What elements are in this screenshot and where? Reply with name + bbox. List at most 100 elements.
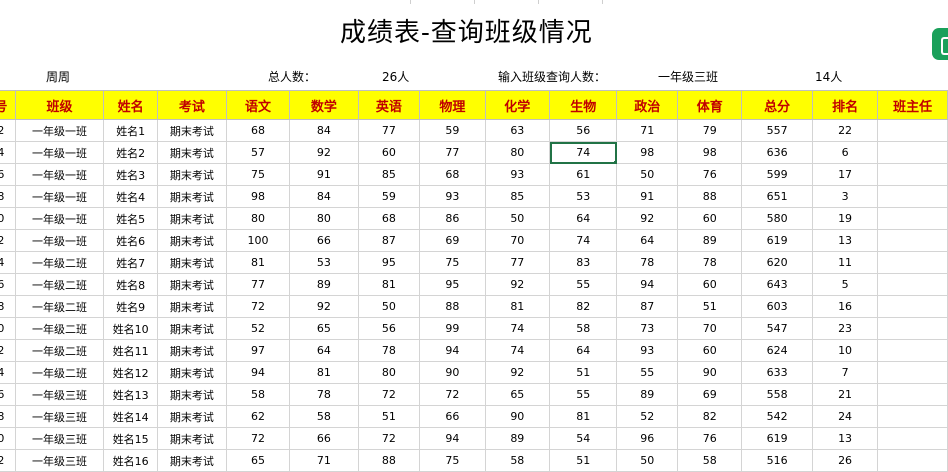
table-cell[interactable]: 26 <box>811 449 879 472</box>
header-cell[interactable]: 班级 <box>14 90 105 120</box>
table-cell[interactable]: 83 <box>549 251 618 274</box>
table-cell[interactable]: 姓名2 <box>103 141 159 164</box>
table-cell[interactable]: 姓名14 <box>103 405 159 428</box>
table-cell[interactable]: 51 <box>357 405 421 428</box>
table-cell[interactable]: 80 <box>357 361 421 384</box>
table-cell[interactable]: 74 <box>549 229 618 252</box>
table-cell[interactable]: 68 <box>357 207 421 230</box>
table-cell[interactable]: 78 <box>676 251 743 274</box>
table-cell[interactable]: 75 <box>225 163 291 186</box>
table-cell[interactable]: 69 <box>676 383 743 406</box>
table-cell[interactable]: 一年级一班 <box>14 119 105 142</box>
header-cell[interactable]: 化学 <box>484 90 551 120</box>
table-cell[interactable] <box>877 295 948 318</box>
table-cell[interactable]: 51 <box>549 361 618 384</box>
table-cell[interactable]: 58 <box>549 317 618 340</box>
table-cell[interactable]: 77 <box>225 273 291 296</box>
table-cell[interactable]: 期末考试 <box>157 229 227 252</box>
header-cell[interactable]: 政治 <box>616 90 678 120</box>
table-cell[interactable]: 70 <box>676 317 743 340</box>
table-cell[interactable]: 72 <box>419 383 486 406</box>
table-cell[interactable]: 94 <box>419 339 486 362</box>
table-cell[interactable]: 82 <box>676 405 743 428</box>
table-cell[interactable]: 期末考试 <box>157 449 227 472</box>
table-cell[interactable]: 90 <box>676 361 743 384</box>
table-cell[interactable]: 一年级二班 <box>14 251 105 274</box>
table-cell[interactable]: 94 <box>616 273 678 296</box>
table-cell[interactable]: 636 <box>741 141 813 164</box>
table-cell[interactable]: 88 <box>676 185 743 208</box>
table-cell[interactable]: 56 <box>549 119 618 142</box>
table-cell[interactable]: 期末考试 <box>157 185 227 208</box>
table-cell[interactable]: 61 <box>549 163 618 186</box>
table-cell[interactable]: 65 <box>225 449 291 472</box>
table-cell[interactable]: 期末考试 <box>157 207 227 230</box>
table-cell[interactable]: 50 <box>484 207 551 230</box>
table-cell[interactable] <box>877 339 948 362</box>
table-cell[interactable]: 姓名1 <box>103 119 159 142</box>
table-cell[interactable]: 16 <box>811 295 879 318</box>
table-cell[interactable]: 一年级一班 <box>14 141 105 164</box>
table-cell[interactable]: 50 <box>616 163 678 186</box>
table-cell[interactable]: 71 <box>616 119 678 142</box>
table-cell[interactable]: 姓名10 <box>103 317 159 340</box>
table-cell[interactable]: 期末考试 <box>157 295 227 318</box>
table-cell[interactable]: 4 <box>0 141 16 164</box>
table-cell[interactable]: 72 <box>225 427 291 450</box>
table-cell[interactable]: 620 <box>741 251 813 274</box>
table-cell[interactable]: 557 <box>741 119 813 142</box>
table-cell[interactable]: 13 <box>811 229 879 252</box>
table-cell[interactable]: 期末考试 <box>157 405 227 428</box>
table-cell[interactable]: 8 <box>0 185 16 208</box>
table-cell[interactable]: 一年级二班 <box>14 339 105 362</box>
query-class-input[interactable]: 一年级三班 <box>658 68 718 85</box>
table-cell[interactable] <box>877 141 948 164</box>
table-cell[interactable]: 期末考试 <box>157 361 227 384</box>
table-cell[interactable] <box>877 207 948 230</box>
table-cell[interactable]: 55 <box>549 383 618 406</box>
table-cell[interactable]: 一年级三班 <box>14 427 105 450</box>
header-cell[interactable]: 体育 <box>676 90 743 120</box>
table-cell[interactable]: 75 <box>419 449 486 472</box>
table-cell[interactable]: 624 <box>741 339 813 362</box>
table-cell[interactable]: 81 <box>225 251 291 274</box>
table-cell[interactable]: 60 <box>676 207 743 230</box>
table-cell[interactable]: 姓名9 <box>103 295 159 318</box>
table-cell[interactable]: 10 <box>811 339 879 362</box>
table-cell[interactable]: 60 <box>676 273 743 296</box>
table-cell[interactable]: 0 <box>0 317 16 340</box>
table-cell[interactable]: 2 <box>0 449 16 472</box>
table-cell[interactable]: 姓名5 <box>103 207 159 230</box>
table-cell[interactable]: 98 <box>676 141 743 164</box>
table-cell[interactable] <box>877 185 948 208</box>
table-cell[interactable] <box>877 361 948 384</box>
table-cell[interactable]: 期末考试 <box>157 273 227 296</box>
table-cell[interactable]: 68 <box>419 163 486 186</box>
table-cell[interactable]: 一年级一班 <box>14 229 105 252</box>
table-cell[interactable]: 66 <box>419 405 486 428</box>
table-cell[interactable]: 97 <box>225 339 291 362</box>
table-cell[interactable]: 78 <box>357 339 421 362</box>
table-cell[interactable]: 一年级三班 <box>14 449 105 472</box>
header-cell[interactable]: 数学 <box>289 90 359 120</box>
table-cell[interactable]: 72 <box>357 383 421 406</box>
table-cell[interactable]: 期末考试 <box>157 119 227 142</box>
table-cell[interactable]: 58 <box>289 405 359 428</box>
table-cell[interactable]: 89 <box>289 273 359 296</box>
table-cell[interactable]: 91 <box>616 185 678 208</box>
table-cell[interactable]: 姓名6 <box>103 229 159 252</box>
table-cell[interactable]: 95 <box>357 251 421 274</box>
table-cell[interactable]: 54 <box>549 427 618 450</box>
table-cell[interactable]: 姓名15 <box>103 427 159 450</box>
header-cell[interactable]: 考试 <box>157 90 227 120</box>
table-cell[interactable]: 7 <box>811 361 879 384</box>
table-cell[interactable]: 一年级三班 <box>14 383 105 406</box>
table-cell[interactable]: 一年级二班 <box>14 295 105 318</box>
sheet-title[interactable]: 成绩表-查询班级情况 <box>340 12 593 49</box>
header-cell[interactable]: 英语 <box>357 90 421 120</box>
table-cell[interactable]: 59 <box>419 119 486 142</box>
table-cell[interactable]: 74 <box>484 317 551 340</box>
table-cell[interactable]: 65 <box>289 317 359 340</box>
header-cell[interactable]: 班主任 <box>877 90 948 120</box>
table-cell[interactable]: 92 <box>616 207 678 230</box>
